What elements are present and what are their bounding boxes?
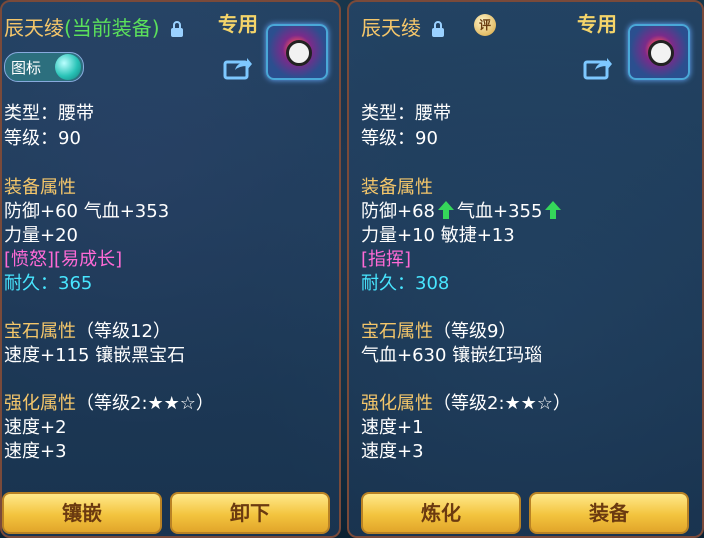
- belt-item-icon[interactable]: [628, 24, 690, 80]
- defense-stat: 防御+68: [361, 201, 435, 222]
- level-value: 90: [58, 128, 81, 149]
- durability-row: 耐久：365: [4, 269, 92, 295]
- icon-toggle[interactable]: 图标: [4, 52, 84, 82]
- toggle-knob: [55, 54, 81, 80]
- equip-button[interactable]: 装备: [529, 492, 689, 534]
- hp-stat: 气血+355: [457, 201, 543, 222]
- gem-title-row: 宝石属性（等级12）: [4, 317, 171, 343]
- level-value: 90: [415, 128, 438, 149]
- unequip-button[interactable]: 卸下: [170, 492, 330, 534]
- level-label: 等级：: [361, 128, 415, 149]
- durability-row: 耐久：308: [361, 269, 449, 295]
- enhance-level: （等级2:★★☆）: [76, 393, 214, 414]
- belt-item-icon[interactable]: [266, 24, 328, 80]
- icon-toggle-label: 图标: [11, 59, 42, 77]
- gem-title: 宝石属性: [4, 321, 76, 342]
- special-effects: [指挥]: [361, 249, 412, 270]
- lock-icon: [432, 21, 445, 37]
- item-name: 辰天绫: [4, 16, 64, 40]
- up-arrow-icon: [438, 201, 454, 219]
- enhance-title: 强化属性: [4, 393, 76, 414]
- equip-attr-title: 装备属性: [4, 177, 76, 198]
- rating-badge[interactable]: 评: [474, 14, 496, 36]
- durability-label: 耐久：: [361, 273, 415, 294]
- enhance-title-row: 强化属性（等级2:★★☆）: [361, 389, 571, 415]
- equip-attr-title: 装备属性: [361, 177, 433, 198]
- attr-line-2: 力量+10 敏捷+13: [361, 225, 515, 246]
- type-row: 类型：腰带: [4, 99, 94, 125]
- item-name: 辰天绫: [361, 16, 421, 40]
- current-equipment-panel: 辰天绫(当前装备) 专用 图标 类型：腰带 等级：90 装备属性 防御+60 气…: [0, 0, 341, 538]
- type-row: 类型：腰带: [361, 99, 451, 125]
- exclusive-label: 专用: [577, 12, 617, 36]
- durability-value: 365: [58, 273, 93, 294]
- gem-title: 宝石属性: [361, 321, 433, 342]
- level-row: 等级：90: [361, 124, 438, 150]
- exclusive-label: 专用: [218, 12, 258, 36]
- compare-equipment-panel: 辰天绫 评 专用 类型：腰带 等级：90 装备属性 防御+68 气血+355 力量…: [347, 0, 704, 538]
- refine-button[interactable]: 炼化: [361, 492, 521, 534]
- item-title: 辰天绫: [361, 12, 445, 41]
- attr-line-2: 力量+20: [4, 225, 78, 246]
- enhance-line-1: 速度+1: [361, 417, 424, 438]
- enhance-line-2: 速度+3: [4, 441, 67, 462]
- durability-label: 耐久：: [4, 273, 58, 294]
- type-value: 腰带: [415, 103, 451, 124]
- type-label: 类型：: [361, 103, 415, 124]
- gem-level: （等级9）: [433, 321, 517, 342]
- gem-title-row: 宝石属性（等级9）: [361, 317, 516, 343]
- up-arrow-icon: [545, 201, 562, 219]
- share-icon[interactable]: [223, 54, 253, 80]
- inlay-button[interactable]: 镶嵌: [2, 492, 162, 534]
- enhance-title: 强化属性: [361, 393, 433, 414]
- current-equipped-tag: (当前装备): [64, 16, 160, 40]
- gem-level: （等级12）: [76, 321, 171, 342]
- special-effects: [愤怒][易成长]: [4, 249, 123, 270]
- type-label: 类型：: [4, 103, 58, 124]
- enhance-line-1: 速度+2: [4, 417, 67, 438]
- gem-detail: 气血+630 镶嵌红玛瑙: [361, 345, 543, 366]
- gem-detail: 速度+115 镶嵌黑宝石: [4, 345, 186, 366]
- enhance-line-2: 速度+3: [361, 441, 424, 462]
- level-label: 等级：: [4, 128, 58, 149]
- share-icon[interactable]: [583, 54, 613, 80]
- lock-icon: [170, 21, 183, 37]
- attr-line-1: 防御+68 气血+355: [361, 197, 564, 223]
- type-value: 腰带: [58, 103, 94, 124]
- level-row: 等级：90: [4, 124, 81, 150]
- attr-line-1: 防御+60 气血+353: [4, 201, 170, 222]
- enhance-level: （等级2:★★☆）: [433, 393, 571, 414]
- item-title: 辰天绫(当前装备): [4, 12, 184, 41]
- enhance-title-row: 强化属性（等级2:★★☆）: [4, 389, 214, 415]
- durability-value: 308: [415, 273, 450, 294]
